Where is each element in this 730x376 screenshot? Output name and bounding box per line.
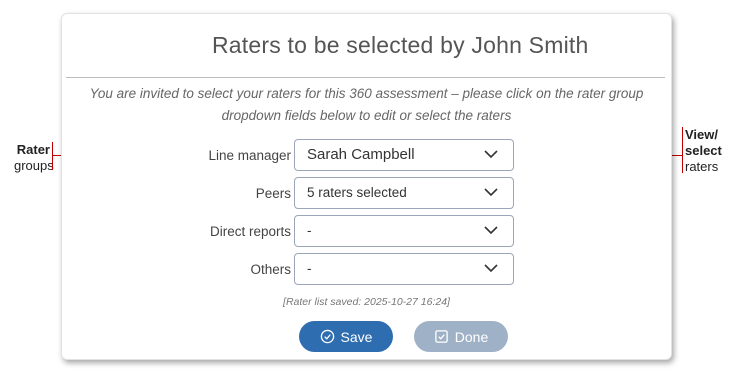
annotation-bold: Rater [16,142,50,157]
row-label-peers: Peers [255,186,291,201]
intro-text: You are invited to select your raters fo… [89,86,644,123]
dropdown-value: - [307,261,312,276]
annotation-normal: groups [14,158,54,173]
direct-reports-dropdown[interactable]: - [294,215,514,247]
check-square-icon [434,330,448,343]
done-label: Done [454,328,489,345]
dropdown-value: Sarah Campbell [307,146,415,163]
row-label-others: Others [250,262,291,277]
peers-dropdown[interactable]: 5 raters selected [294,177,514,209]
chevron-down-icon [484,150,498,159]
chevron-down-icon [484,188,498,197]
dialog-title: Raters to be selected by John Smith [212,32,589,58]
dropdown-value: 5 raters selected [307,185,407,200]
title-divider [66,77,665,78]
row-label-line-manager: Line manager [208,148,291,163]
row-label-direct-reports: Direct reports [209,224,291,239]
line-manager-dropdown[interactable]: Sarah Campbell [294,139,514,171]
annotation-bold: View/ [685,127,719,142]
annotation-bracket-left [52,142,53,170]
save-button[interactable]: Save [299,321,393,352]
rater-groups-annotation: Rater groups [14,142,54,174]
dropdown-value: - [307,223,312,238]
view-select-annotation: View/ select raters [685,127,722,175]
rater-selection-dialog: Raters to be selected by John Smith You … [61,13,672,360]
chevron-down-icon [484,264,498,273]
annotation-bold: select [685,143,722,158]
others-dropdown[interactable]: - [294,253,514,285]
chevron-down-icon [484,226,498,235]
annotation-bracket-right [682,127,683,173]
save-label: Save [340,328,373,345]
check-circle-icon [320,329,334,344]
saved-timestamp: [Rater list saved: 2025-10-27 16:24] [283,296,450,308]
annotation-normal: raters [685,159,719,174]
done-button[interactable]: Done [414,321,508,352]
